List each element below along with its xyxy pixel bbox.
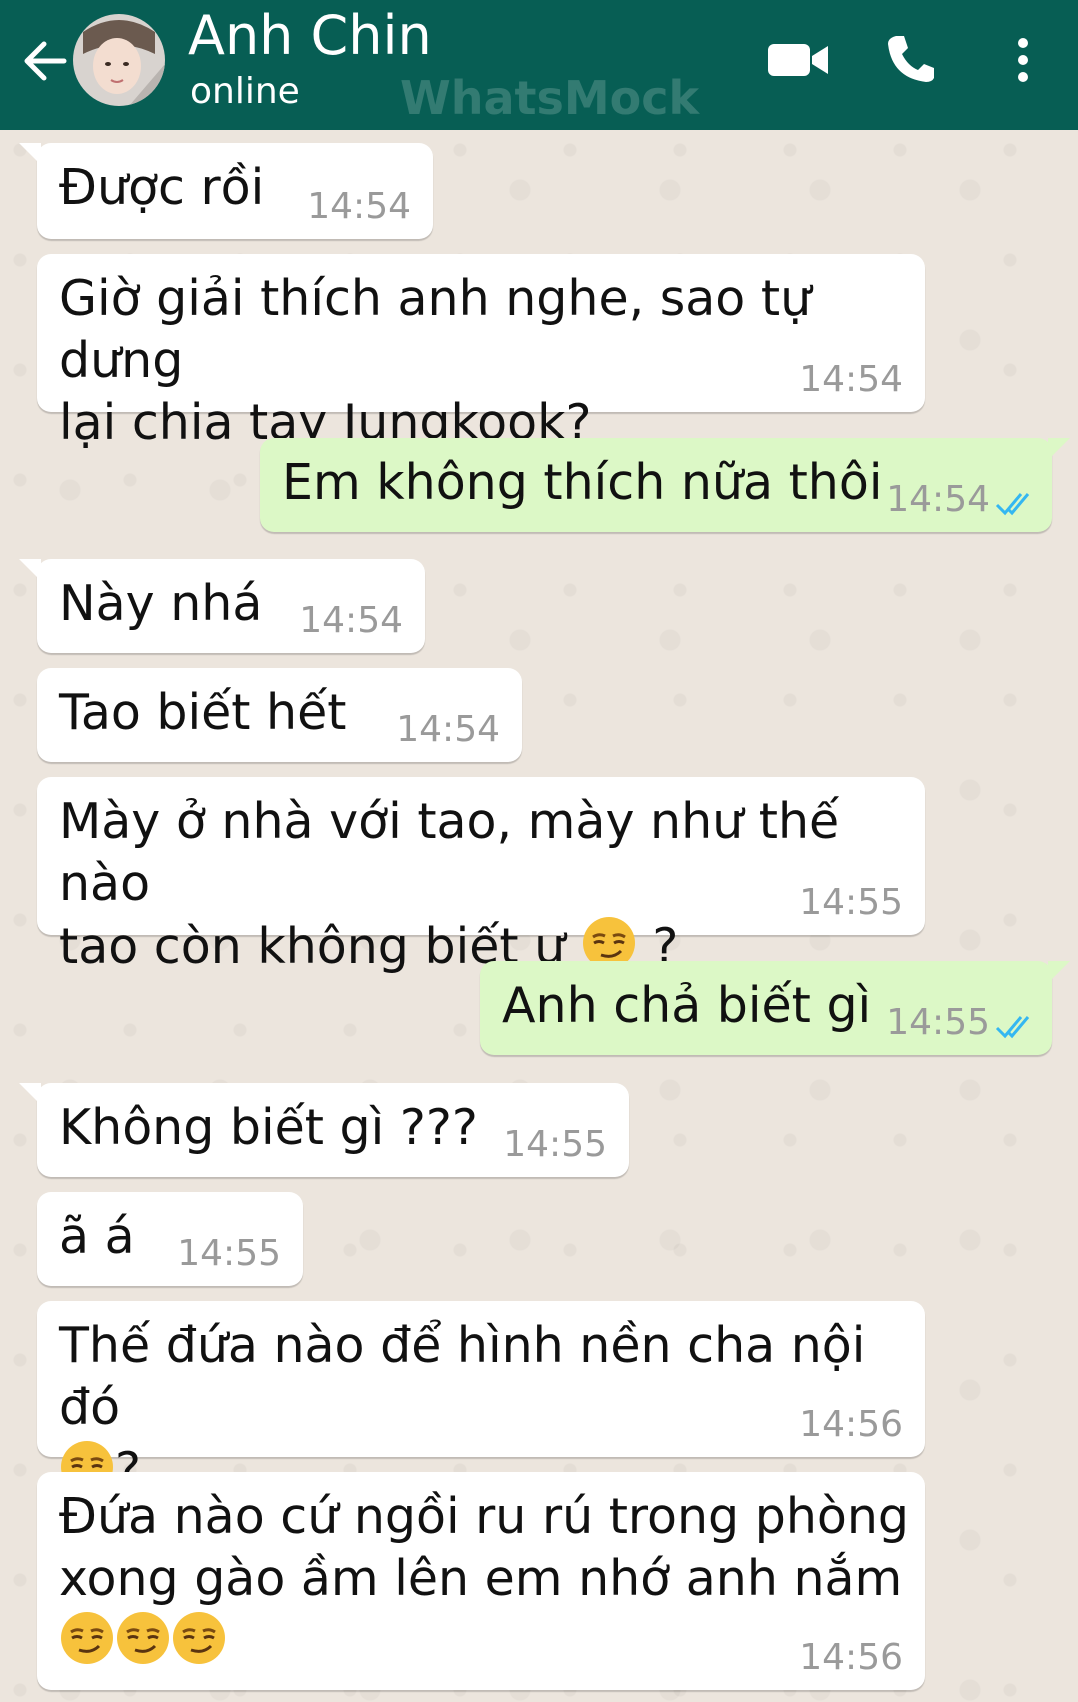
watermark: WhatsMock <box>400 71 700 125</box>
message-text: Tao biết hết <box>59 684 347 741</box>
message-line: Mày ở nhà với tao, mày như thế nào <box>59 793 855 912</box>
read-receipt-icon <box>995 493 1030 516</box>
read-receipt-icon <box>995 1016 1030 1039</box>
message-text: Anh chả biết gì <box>502 977 872 1034</box>
message-text: Không biết gì ??? <box>59 1099 478 1156</box>
more-vert-icon[interactable] <box>1008 36 1038 84</box>
contact-status: online <box>190 71 300 112</box>
smirking-face-emoji <box>117 1612 169 1664</box>
avatar[interactable] <box>73 14 165 106</box>
smirking-face-emoji <box>173 1612 225 1664</box>
message-outgoing[interactable]: Anh chả biết gì 14:55 <box>480 961 1070 1055</box>
message-line: Đứa nào cứ ngồi ru rú trong phòng <box>59 1488 910 1545</box>
message-incoming[interactable]: Đứa nào cứ ngồi ru rú trong phòng xong g… <box>37 1472 925 1690</box>
message-text: Được rồi <box>59 159 265 216</box>
message-incoming[interactable]: Tao biết hết 14:54 <box>37 668 522 762</box>
message-incoming[interactable]: ã á 14:55 <box>37 1192 303 1286</box>
message-time: 14:55 <box>503 1124 607 1165</box>
message-incoming[interactable]: Thế đứa nào để hình nền cha nội đó ? 14:… <box>37 1301 925 1499</box>
message-incoming[interactable]: Không biết gì ??? 14:55 <box>19 1083 629 1177</box>
message-time: 14:54 <box>396 709 500 750</box>
message-time: 14:55 <box>799 882 903 923</box>
chat-header: Anh Chin online WhatsMock <box>0 0 1078 130</box>
back-arrow-icon[interactable] <box>18 34 72 88</box>
message-text: ã á <box>59 1208 135 1265</box>
message-time: 14:55 <box>177 1233 281 1274</box>
message-text: Mày ở nhà với tao, mày như thế nào tao c… <box>59 791 925 978</box>
contact-name[interactable]: Anh Chin <box>188 4 432 68</box>
message-time: 14:55 <box>886 1002 990 1043</box>
smirking-face-emoji <box>61 1612 113 1664</box>
message-text: Đứa nào cứ ngồi ru rú trong phòng xong g… <box>59 1486 909 1673</box>
message-time: 14:54 <box>307 186 411 227</box>
message-time: 14:56 <box>799 1404 903 1445</box>
message-text: Giờ giải thích anh nghe, sao tự dưng lại… <box>59 268 925 454</box>
message-incoming[interactable]: Giờ giải thích anh nghe, sao tự dưng lại… <box>37 254 925 451</box>
message-line: Giờ giải thích anh nghe, sao tự dưng <box>59 270 827 389</box>
video-call-icon[interactable] <box>766 40 830 80</box>
message-text: Em không thích nữa thôi <box>282 454 883 511</box>
message-time: 14:56 <box>799 1637 903 1678</box>
message-time: 14:54 <box>886 479 990 520</box>
message-time: 14:54 <box>799 359 903 400</box>
message-line: Thế đứa nào để hình nền cha nội đó <box>59 1317 881 1436</box>
message-outgoing[interactable]: Em không thích nữa thôi 14:54 <box>260 438 1070 532</box>
message-incoming[interactable]: Này nhá 14:54 <box>19 559 425 653</box>
message-incoming[interactable]: Được rồi 14:54 <box>19 143 433 239</box>
message-text: Này nhá <box>59 575 263 632</box>
message-incoming[interactable]: Mày ở nhà với tao, mày như thế nào tao c… <box>37 777 925 975</box>
message-time: 14:54 <box>299 600 403 641</box>
message-line: xong gào ầm lên em nhớ anh nắm <box>59 1550 903 1607</box>
phone-icon[interactable] <box>884 32 936 86</box>
chat-area[interactable]: Được rồi 14:54 Giờ giải thích anh nghe, … <box>0 130 1078 1702</box>
